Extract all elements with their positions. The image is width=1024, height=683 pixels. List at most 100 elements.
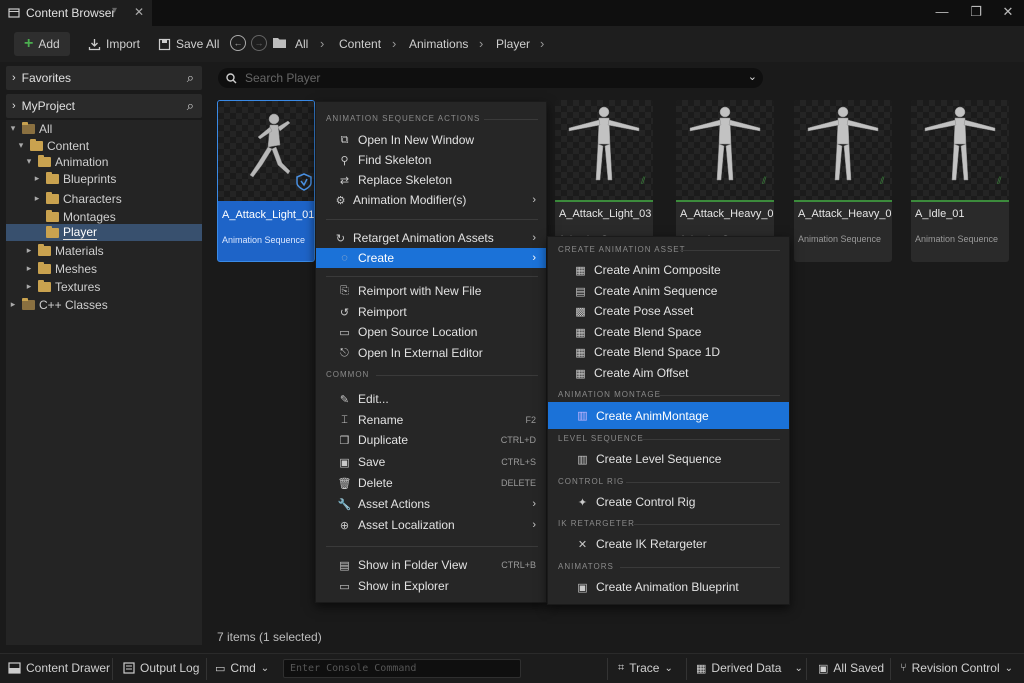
menu-item-delete[interactable]: 🗑 Delete DELETE <box>316 473 546 493</box>
menu-item-open-new-window[interactable]: ⧉ Open In New Window <box>316 130 546 150</box>
all-saved-button[interactable]: ▣ All Saved <box>818 661 884 675</box>
asset-name: A_Attack_Heavy_01 <box>680 208 774 220</box>
search-bar[interactable]: Search Player ⌄ <box>218 68 763 88</box>
tree-item-textures[interactable]: ▸ Textures <box>6 278 202 295</box>
asset-tile[interactable]: ⫽ A_Attack_Heavy_01 Animation Sequence <box>794 100 892 262</box>
tab-close-icon[interactable]: ✕ <box>134 5 144 19</box>
menu-item-create-ik-retargeter[interactable]: ✕ Create IK Retargeter <box>548 534 789 554</box>
divider <box>890 658 891 680</box>
menu-item-label: Create Control Rig <box>596 495 696 509</box>
tree-item-meshes[interactable]: ▸ Meshes <box>6 260 202 277</box>
create-icon: ◌ <box>341 252 348 264</box>
breadcrumb-player[interactable]: Player <box>490 32 536 56</box>
menu-item-create-blend-space[interactable]: ▦ Create Blend Space <box>548 322 789 342</box>
chevron-down-icon: ⌄ <box>1004 662 1014 674</box>
menu-item-animation-modifiers[interactable]: ⚙ Animation Modifier(s) › <box>316 190 546 210</box>
menu-item-open-source-location[interactable]: ▭ Open Source Location <box>316 322 546 342</box>
chevron-down-icon[interactable]: ⌄ <box>748 70 757 83</box>
chevron-right-icon: ▸ <box>10 299 16 309</box>
menu-item-create-anim-sequence[interactable]: ▤ Create Anim Sequence <box>548 281 789 301</box>
favorites-header[interactable]: › Favorites ⌕ <box>6 66 202 90</box>
tree-item-cpp-classes[interactable]: ▸ C++ Classes <box>6 296 202 313</box>
content-drawer-button[interactable]: Content Drawer <box>8 661 110 675</box>
menu-item-retarget[interactable]: ↻ Retarget Animation Assets › <box>316 228 546 248</box>
menu-item-create-animation-blueprint[interactable]: ▣ Create Animation Blueprint <box>548 577 789 597</box>
tree-item-characters[interactable]: ▸ Characters <box>6 190 202 207</box>
tree-item-blueprints[interactable]: ▸ Blueprints <box>6 170 202 187</box>
tree-item-animation[interactable]: ▾ Animation <box>6 153 202 170</box>
chevron-right-icon: › <box>392 36 397 51</box>
close-button[interactable]: ✕ <box>998 4 1018 20</box>
shortcut-label: CTRL+D <box>500 435 536 445</box>
menu-item-find-skeleton[interactable]: ⚲ Find Skeleton <box>316 150 546 170</box>
menu-item-create-aim-offset[interactable]: ▦ Create Aim Offset <box>548 363 789 383</box>
maximize-button[interactable]: ❐ <box>966 4 986 20</box>
console-input[interactable]: Enter Console Command <box>283 659 521 678</box>
menu-item-create-control-rig[interactable]: ✦ Create Control Rig <box>548 492 789 512</box>
tree-item-all[interactable]: ▾ All <box>6 120 202 137</box>
menu-item-edit[interactable]: ✎ Edit... <box>316 389 546 409</box>
forward-icon[interactable]: → <box>251 35 267 51</box>
tree-item-montages[interactable]: Montages <box>6 208 202 225</box>
menu-item-save[interactable]: ▣ Save CTRL+S <box>316 452 546 472</box>
content-browser-tab[interactable]: Content Browser <box>0 0 152 26</box>
folder-view-icon: ▤ <box>339 559 350 572</box>
menu-item-create-anim-composite[interactable]: ▦ Create Anim Composite <box>548 260 789 280</box>
menu-item-reimport[interactable]: ↺ Reimport <box>316 302 546 322</box>
chevron-right-icon: › <box>532 194 536 206</box>
tree-item-player[interactable]: Player <box>6 224 202 241</box>
save-all-button[interactable]: Save All <box>152 32 225 56</box>
menu-item-label: Create Anim Composite <box>594 263 721 277</box>
menu-item-label: Open In New Window <box>358 133 475 147</box>
menu-item-create[interactable]: ◌ Create › <box>316 248 546 268</box>
breadcrumb-content[interactable]: Content <box>333 32 387 56</box>
chevron-right-icon[interactable]: › <box>540 36 544 51</box>
cmd-dropdown[interactable]: ▭ Cmd ⌄ <box>215 661 269 675</box>
menu-item-reimport-new-file[interactable]: ⎘ Reimport with New File <box>316 281 546 301</box>
anim-sequence-icon: ▤ <box>575 285 586 298</box>
menu-item-show-explorer[interactable]: ▭ Show in Explorer <box>316 576 546 596</box>
menu-item-create-anim-montage[interactable]: ▥ Create AnimMontage <box>548 402 789 429</box>
tree-item-content[interactable]: ▾ Content <box>6 137 202 154</box>
trace-button[interactable]: ⌗ Trace ⌄ <box>618 661 673 675</box>
revision-control-button[interactable]: ⑂ Revision Control ⌄ <box>900 661 1013 675</box>
trace-label: Trace <box>629 661 660 675</box>
output-log-button[interactable]: Output Log <box>123 661 199 675</box>
tree-item-materials[interactable]: ▸ Materials <box>6 242 202 259</box>
menu-item-create-blend-space-1d[interactable]: ▦ Create Blend Space 1D <box>548 342 789 362</box>
anim-marker-icon: ⫽ <box>762 176 767 187</box>
breadcrumb-all[interactable]: All <box>289 32 314 56</box>
asset-type-bar <box>911 200 1009 202</box>
minimize-button[interactable]: — <box>932 4 952 19</box>
divider <box>326 276 538 277</box>
menu-item-label: Retarget Animation Assets <box>353 231 494 245</box>
menu-section-header: CONTROL RIG <box>558 477 625 486</box>
menu-item-open-external-editor[interactable]: ⎋ Open In External Editor <box>316 343 546 363</box>
divider <box>607 658 608 680</box>
derived-data-button[interactable]: ▦ Derived Data ⌄ <box>696 661 803 675</box>
divider <box>620 567 780 568</box>
import-button[interactable]: Import <box>82 32 146 56</box>
breadcrumb-animations[interactable]: Animations <box>403 32 474 56</box>
menu-item-replace-skeleton[interactable]: ⇄ Replace Skeleton <box>316 170 546 190</box>
menu-item-asset-localization[interactable]: ⊕ Asset Localization › <box>316 515 546 535</box>
menu-item-asset-actions[interactable]: 🔧 Asset Actions › <box>316 494 546 514</box>
toolbar: + Add Import Save All ← → All › Content … <box>0 26 1024 62</box>
asset-tile[interactable]: A_Attack_Light_01 Animation Sequence <box>217 100 315 262</box>
search-input[interactable]: Search Player <box>245 71 320 85</box>
menu-item-create-level-sequence[interactable]: ▥ Create Level Sequence <box>548 449 789 469</box>
search-icon[interactable]: ⌕ <box>187 98 194 114</box>
menu-item-rename[interactable]: ⌶ Rename F2 <box>316 410 546 430</box>
menu-item-duplicate[interactable]: ❐ Duplicate CTRL+D <box>316 430 546 450</box>
search-icon[interactable]: ⌕ <box>187 70 194 86</box>
control-rig-icon: ✦ <box>577 496 588 509</box>
menu-item-show-folder-view[interactable]: ▤ Show in Folder View CTRL+B <box>316 555 546 575</box>
menu-item-create-pose-asset[interactable]: ▩ Create Pose Asset <box>548 301 789 321</box>
add-button[interactable]: + Add <box>14 32 70 56</box>
tab-options-icon[interactable]: ▾ <box>112 5 117 16</box>
project-header[interactable]: › MyProject ⌕ <box>6 94 202 118</box>
divider <box>658 395 780 396</box>
asset-tile[interactable]: ⫽ A_Idle_01 Animation Sequence <box>911 100 1009 262</box>
back-icon[interactable]: ← <box>230 35 246 51</box>
revision-control-label: Revision Control <box>911 661 1000 675</box>
